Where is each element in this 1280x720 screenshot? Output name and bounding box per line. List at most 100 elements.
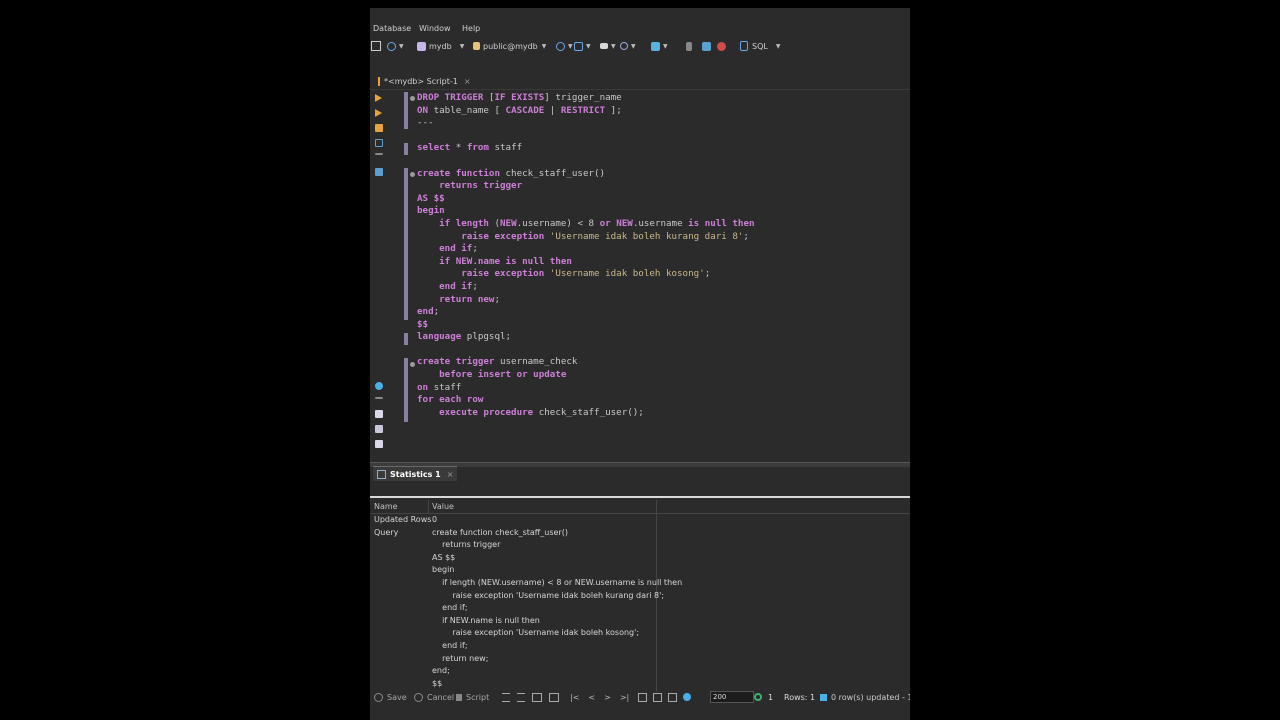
connect-icon [387,41,396,51]
tab-script-1[interactable]: *<mydb> Script-1 × [374,74,475,89]
navigator-button[interactable]: ▼ [651,40,668,52]
cancel-button[interactable]: Cancel [414,690,454,704]
info-icon [820,693,827,701]
grid-tools [502,690,559,704]
row-value: AS $$ [432,552,456,562]
table-row[interactable]: Query create function check_staff_user() [370,527,910,539]
tab-statistics-1[interactable]: Statistics 1 × [373,466,458,481]
cancel-label: Cancel [427,692,455,702]
update-status-text: 0 row(s) updated - 13s [831,692,910,702]
fold-icon[interactable] [410,362,415,367]
more-icon[interactable] [375,153,383,155]
table-row[interactable]: return new; [370,653,910,665]
row-value: if NEW.name is null then [432,615,540,625]
panels-icon[interactable] [638,692,647,702]
divider [370,496,910,498]
row-value: raise exception 'Username idak boleh kur… [432,590,665,600]
table-row[interactable]: begin [370,564,910,576]
export-icon[interactable] [668,692,677,702]
row-value: end if; [432,603,468,613]
statement-marker [404,358,408,422]
more-icon[interactable] [375,397,383,399]
table-row[interactable]: if NEW.name is null then [370,615,910,627]
filter-icon[interactable] [517,692,525,702]
table-header: Name Value [370,500,910,514]
rows-count: Rows: 1 [784,692,816,702]
hand-button[interactable] [686,40,692,52]
script-label: Script [466,692,490,702]
script-icon [456,693,462,701]
save-button[interactable]: Save [374,690,407,704]
connect-button[interactable]: ▼ [387,40,404,52]
transaction-mode-button[interactable]: ▼ [556,40,573,52]
square-icon [371,41,381,51]
transaction-icon [556,41,565,51]
statement-marker [404,143,408,155]
menu-help[interactable]: Help [462,24,480,33]
row-name: Query [374,527,399,537]
table-row[interactable]: raise exception 'Username idak boleh kos… [370,627,910,639]
search-button[interactable]: ▼ [620,40,636,52]
explain-plan-icon[interactable] [375,139,383,147]
save-icon [374,692,383,702]
refresh-button[interactable] [754,690,762,704]
table-row[interactable]: AS $$ [370,552,910,564]
close-icon[interactable]: × [464,77,471,86]
terminal-icon[interactable] [375,168,383,176]
row-value: return new; [432,653,489,663]
fold-icon[interactable] [410,172,415,177]
fetch-settings-icon[interactable] [683,693,691,701]
layout-icon[interactable] [653,692,662,702]
column-header-value[interactable]: Value [432,502,454,511]
menu-bar: Database Window Help [370,22,910,36]
sql-file-icon [378,77,380,86]
database-name: mydb [429,41,452,51]
script-button[interactable]: Script [456,690,489,704]
table-icon[interactable] [549,692,559,702]
import-icon[interactable] [375,440,383,448]
columns-icon[interactable] [532,692,542,702]
sql-code[interactable]: DROP TRIGGER [IF EXISTS] trigger_name ON … [417,92,755,419]
row-value: returns trigger [432,540,501,550]
result-actions [638,690,691,704]
fetch-size-input[interactable] [710,691,754,703]
table-row[interactable]: returns trigger [370,539,910,551]
database-selector[interactable]: mydb ▼ [417,40,464,52]
close-icon[interactable]: × [447,470,454,479]
table-row[interactable]: end if; [370,602,910,614]
row-value: 0 [432,515,438,524]
execute-statement-icon[interactable] [375,94,382,102]
new-connection-button[interactable] [371,40,381,52]
settings-icon[interactable] [375,382,383,390]
table-row[interactable]: $$ [370,678,910,690]
last-page-icon[interactable]: >| [620,693,629,702]
schema-selector[interactable]: public@mydb ▼ [473,40,546,52]
sql-icon [740,41,748,51]
format-icon[interactable] [502,692,510,702]
menu-window[interactable]: Window [419,24,451,33]
commit-button[interactable]: ▼ [574,40,591,52]
disconnect-button[interactable] [702,40,711,52]
table-row[interactable]: Updated Rows 0 [370,514,910,526]
next-page-icon[interactable]: > [604,693,611,702]
fold-icon[interactable] [410,96,415,101]
menu-database[interactable]: Database [373,24,411,33]
table-row[interactable]: if length (NEW.username) < 8 or NEW.user… [370,577,910,589]
first-page-icon[interactable]: |< [570,693,579,702]
column-header-name[interactable]: Name [374,502,398,511]
tools-button[interactable]: ▼ [600,40,616,52]
stop-button[interactable] [717,40,726,52]
table-row[interactable]: end; [370,665,910,677]
row-value: raise exception 'Username idak boleh kos… [432,628,640,638]
execute-in-new-tab-icon[interactable] [375,109,382,117]
export-icon[interactable] [375,425,383,433]
previous-page-icon[interactable]: < [588,693,595,702]
cancel-icon [414,692,423,702]
table-row[interactable]: end if; [370,640,910,652]
table-row[interactable]: raise exception 'Username idak boleh kur… [370,590,910,602]
sql-editor[interactable]: DROP TRIGGER [IF EXISTS] trigger_name ON … [392,90,910,462]
statement-marker [404,168,408,320]
execute-script-icon[interactable] [375,124,383,132]
sql-editor-button[interactable]: SQL ▼ [740,40,780,52]
page-icon[interactable] [375,410,383,418]
